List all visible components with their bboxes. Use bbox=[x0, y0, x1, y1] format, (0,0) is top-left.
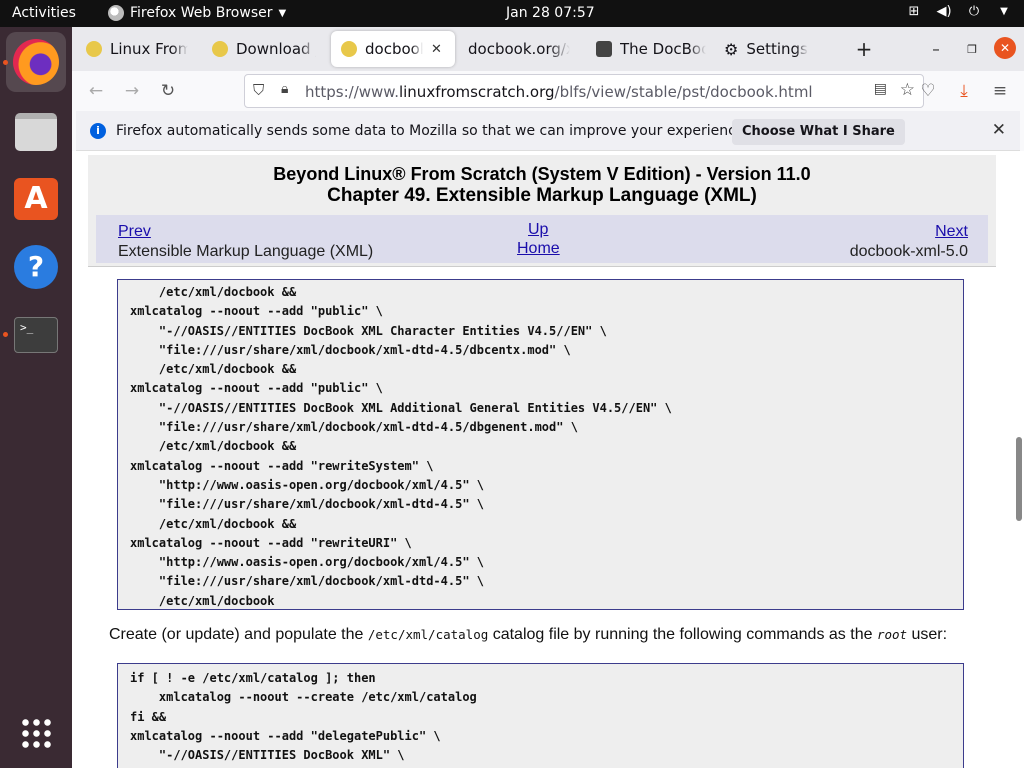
next-link[interactable]: Next bbox=[935, 223, 968, 241]
bookmark-star-icon[interactable]: ☆ bbox=[900, 80, 915, 100]
maximize-button[interactable]: ❐ bbox=[960, 37, 984, 61]
menu-button[interactable]: ≡ bbox=[988, 79, 1012, 103]
instruction-paragraph: Create (or update) and populate the /etc… bbox=[109, 626, 948, 643]
lfs-favicon-icon bbox=[341, 41, 357, 57]
tab-docbook-org[interactable]: docbook.org/xml bbox=[458, 31, 580, 67]
new-tab-button[interactable]: + bbox=[852, 37, 876, 61]
app-store-icon: A bbox=[14, 178, 58, 220]
chevron-down-icon: ▼ bbox=[278, 7, 287, 19]
dock-show-apps[interactable] bbox=[6, 703, 66, 763]
network-icon[interactable]: ⊞ bbox=[906, 4, 922, 20]
gear-icon: ⚙ bbox=[724, 39, 739, 59]
code-block: if [ ! -e /etc/xml/catalog ]; then xmlca… bbox=[117, 663, 964, 768]
docbook-favicon-icon bbox=[596, 41, 612, 57]
page-navigation: Prev Extensible Markup Language (XML) Up… bbox=[96, 215, 988, 263]
pocket-button[interactable]: ♡ bbox=[916, 79, 940, 103]
app-menu[interactable]: Firefox Web Browser ▼ bbox=[108, 5, 286, 21]
choose-what-i-share-button[interactable]: Choose What I Share bbox=[732, 119, 905, 145]
next-page-title: docbook-xml-5.0 bbox=[849, 243, 968, 260]
firefox-icon bbox=[13, 39, 59, 85]
close-window-button[interactable]: ✕ bbox=[994, 37, 1016, 59]
tab-linux-from-scratch[interactable]: Linux From Scratch bbox=[76, 31, 198, 67]
url-bar[interactable]: ⛉ 🔒︎ https://www.linuxfromscratch.org/bl… bbox=[244, 74, 924, 108]
tab-label: Linux From Scratch bbox=[110, 40, 188, 58]
minimize-button[interactable]: – bbox=[924, 37, 948, 61]
tab-strip: Linux From Scratch Download jh docbook-x… bbox=[72, 27, 1024, 71]
firefox-small-icon bbox=[108, 5, 124, 21]
system-tray[interactable]: ⊞ ◀) ⏻ ▼ bbox=[906, 4, 1012, 20]
dock-help[interactable]: ? bbox=[6, 237, 66, 297]
tab-settings[interactable]: ⚙ Settings bbox=[714, 31, 834, 67]
tab-label: Download jh bbox=[236, 40, 316, 58]
info-icon: i bbox=[90, 123, 106, 139]
prev-link[interactable]: Prev bbox=[118, 223, 151, 241]
nav-toolbar: ← → ↻ ⛉ 🔒︎ https://www.linuxfromscratch.… bbox=[72, 71, 1024, 111]
help-icon: ? bbox=[14, 245, 58, 289]
page-header: Beyond Linux® From Scratch (System V Edi… bbox=[88, 155, 996, 267]
shield-icon[interactable]: ⛉ bbox=[253, 81, 264, 99]
reload-button[interactable]: ↻ bbox=[156, 79, 180, 103]
dock-app-store[interactable]: A bbox=[6, 169, 66, 229]
forward-button[interactable]: → bbox=[120, 79, 144, 103]
tab-label: docbook.org/xml bbox=[468, 40, 570, 58]
volume-icon[interactable]: ◀) bbox=[936, 4, 952, 20]
tab-label: The DocBook bbox=[620, 40, 706, 58]
app-menu-label: Firefox Web Browser bbox=[130, 5, 273, 21]
back-button[interactable]: ← bbox=[84, 79, 108, 103]
notification-bar: i Firefox automatically sends some data … bbox=[76, 111, 1020, 151]
lock-icon[interactable]: 🔒︎ bbox=[281, 81, 288, 97]
home-link[interactable]: Home bbox=[517, 240, 560, 258]
code-block: /etc/xml/docbook && xmlcatalog --noout -… bbox=[117, 279, 964, 610]
tab-docbook-xml[interactable]: docbook-xml ✕ bbox=[331, 31, 455, 67]
clock[interactable]: Jan 28 07:57 bbox=[506, 5, 595, 21]
up-link[interactable]: Up bbox=[528, 221, 548, 239]
close-tab-icon[interactable]: ✕ bbox=[431, 42, 442, 57]
reader-view-icon[interactable]: ▤ bbox=[874, 81, 887, 97]
dock-firefox[interactable] bbox=[6, 32, 66, 92]
prev-page-title: Extensible Markup Language (XML) bbox=[118, 243, 374, 260]
tab-label: docbook-xml bbox=[365, 40, 423, 58]
app-grid-icon bbox=[20, 717, 52, 749]
downloads-button[interactable]: ⤓ bbox=[952, 79, 976, 103]
lfs-favicon-icon bbox=[86, 41, 102, 57]
tab-download-jh[interactable]: Download jh bbox=[202, 31, 326, 67]
firefox-window: Linux From Scratch Download jh docbook-x… bbox=[72, 27, 1024, 768]
chapter-title: Chapter 49. Extensible Markup Language (… bbox=[327, 185, 757, 206]
dock-files[interactable] bbox=[6, 102, 66, 162]
gnome-top-bar: Activities Firefox Web Browser ▼ Jan 28 … bbox=[0, 0, 1024, 27]
chevron-down-icon[interactable]: ▼ bbox=[996, 4, 1012, 20]
lfs-favicon-icon bbox=[212, 41, 228, 57]
power-icon[interactable]: ⏻ bbox=[966, 4, 982, 20]
scrollbar-thumb[interactable] bbox=[1016, 437, 1022, 521]
tab-the-docbook[interactable]: The DocBook bbox=[586, 31, 716, 67]
close-icon[interactable]: ✕ bbox=[992, 120, 1006, 140]
dock: A ? >_ bbox=[0, 27, 72, 768]
book-title: Beyond Linux® From Scratch (System V Edi… bbox=[273, 164, 811, 184]
notification-message: Firefox automatically sends some data to… bbox=[116, 123, 749, 139]
dock-terminal[interactable]: >_ bbox=[6, 305, 66, 365]
page-content: Beyond Linux® From Scratch (System V Edi… bbox=[72, 151, 1024, 768]
url-text: https://www.linuxfromscratch.org/blfs/vi… bbox=[305, 83, 813, 101]
terminal-icon: >_ bbox=[14, 317, 58, 353]
tab-label: Settings bbox=[746, 40, 808, 58]
activities-button[interactable]: Activities bbox=[12, 5, 76, 21]
files-icon bbox=[15, 113, 57, 151]
